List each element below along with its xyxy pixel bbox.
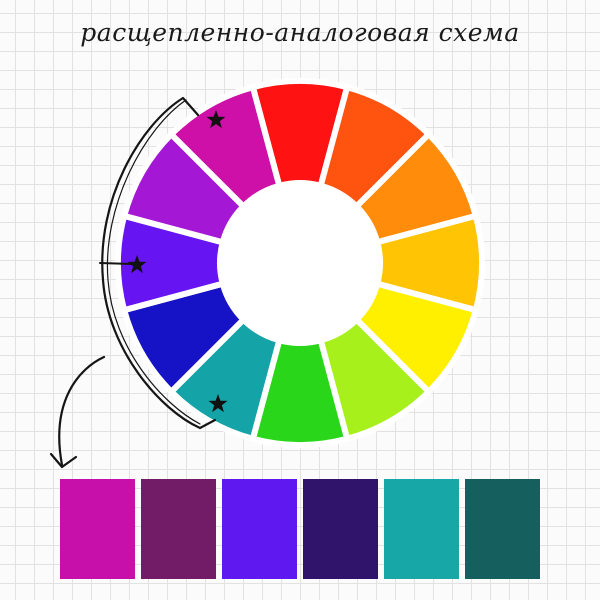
swatch-teal xyxy=(384,479,459,579)
palette-arrow-icon xyxy=(58,355,106,467)
swatch-dark-violet xyxy=(303,479,378,579)
color-wheel-segments xyxy=(115,78,485,448)
arrow-head-icon xyxy=(49,452,78,469)
swatch-dark-teal xyxy=(465,479,540,579)
swatch-violet xyxy=(222,479,297,579)
palette-swatches xyxy=(60,479,542,579)
swatch-magenta xyxy=(60,479,135,579)
swatch-dark-magenta xyxy=(141,479,216,579)
wheel-center xyxy=(220,183,380,343)
bracket-tick-icon xyxy=(99,262,133,265)
